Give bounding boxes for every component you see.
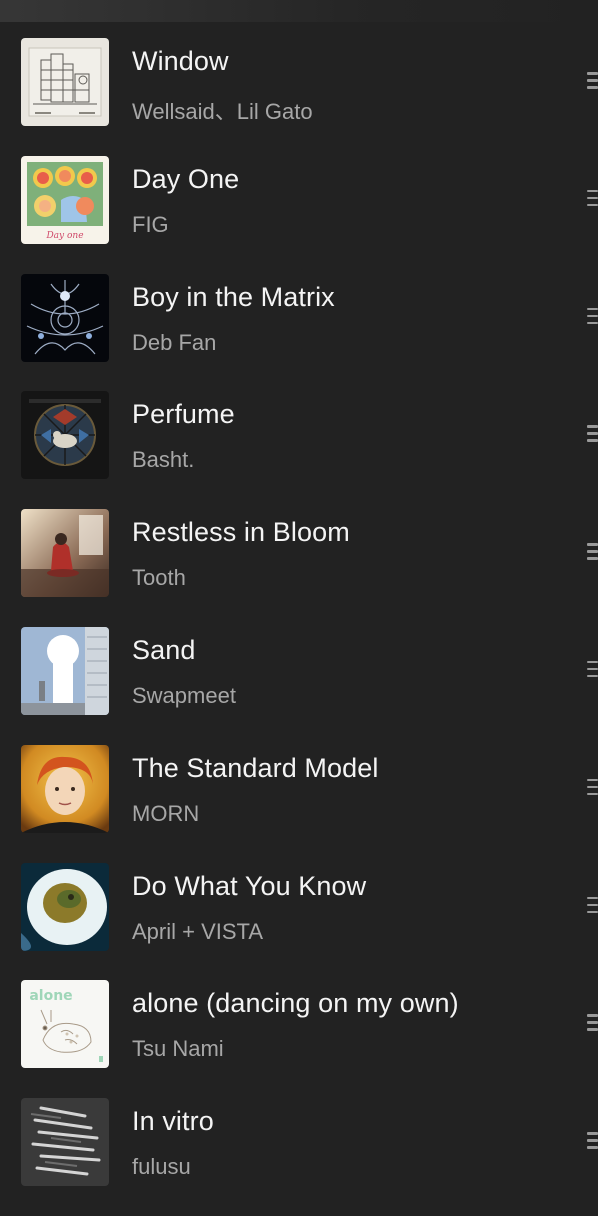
drag-handle-icon[interactable] — [587, 660, 598, 679]
drag-handle-icon[interactable] — [587, 896, 598, 915]
track-row[interactable]: Day one Day One FIG — [0, 155, 598, 274]
track-row[interactable]: alone alone (dancing on my own) Tsu Nami — [0, 980, 598, 1098]
track-row[interactable]: Perfume Basht. — [0, 391, 598, 509]
track-artist: FIG — [132, 211, 169, 237]
drag-handle-icon[interactable] — [587, 543, 598, 561]
album-art-alone: alone — [21, 980, 109, 1069]
album-art-day-one-text: Day one — [45, 231, 83, 241]
drag-handle-icon[interactable] — [587, 778, 598, 797]
track-artist: Tooth — [132, 565, 186, 591]
drag-handle-icon[interactable] — [587, 1014, 598, 1032]
drag-handle-icon[interactable] — [587, 189, 598, 208]
drag-handle-icon[interactable] — [587, 72, 598, 90]
track-title: Do What You Know — [132, 870, 367, 901]
track-row[interactable]: Restless in Bloom Tooth — [0, 509, 598, 627]
track-title: Boy in the Matrix — [132, 281, 335, 312]
track-row[interactable]: Boy in the Matrix Deb Fan — [0, 273, 598, 392]
track-artist: Wellsaid、Lil Gato — [132, 99, 313, 124]
album-art-window — [21, 38, 109, 126]
album-art-sand — [21, 626, 109, 715]
album-art-boy-in-the-matrix — [21, 273, 109, 362]
track-title: Sand — [132, 634, 196, 665]
track-title: In vitro — [132, 1106, 214, 1137]
track-row[interactable]: The Standard Model MORN — [0, 744, 598, 863]
album-art-alone-text: alone — [29, 988, 72, 1004]
album-art-restless-in-bloom — [21, 509, 109, 598]
album-art-the-standard-model — [21, 744, 109, 833]
track-title: Perfume — [132, 399, 235, 430]
album-art-in-vitro — [21, 1098, 109, 1187]
track-row[interactable]: Sand Swapmeet — [0, 626, 598, 745]
track-artist: MORN — [132, 800, 200, 826]
track-list: Window Wellsaid、Lil Gato Day one Day One… — [0, 38, 598, 1216]
track-artist: Deb Fan — [132, 329, 217, 355]
album-art-do-what-you-know — [21, 862, 109, 951]
track-row[interactable]: In vitro fulusu — [0, 1098, 598, 1216]
track-title: Restless in Bloom — [132, 517, 350, 548]
track-artist: Tsu Nami — [132, 1036, 224, 1062]
track-artist: Swapmeet — [132, 682, 236, 708]
track-artist: fulusu — [132, 1154, 191, 1180]
track-artist: April + VISTA — [132, 918, 264, 944]
drag-handle-icon[interactable] — [587, 425, 598, 443]
album-art-day-one: Day one — [21, 155, 109, 244]
drag-handle-icon[interactable] — [587, 1132, 598, 1150]
track-row[interactable]: Do What You Know April + VISTA — [0, 862, 598, 981]
track-title: The Standard Model — [132, 752, 379, 783]
drag-handle-icon[interactable] — [587, 307, 598, 326]
track-title: Day One — [132, 163, 240, 194]
track-row[interactable]: Window Wellsaid、Lil Gato — [0, 38, 598, 156]
track-artist: Basht. — [132, 447, 195, 473]
album-art-perfume — [21, 391, 109, 480]
track-title: alone (dancing on my own) — [132, 988, 459, 1019]
top-status-fade — [0, 0, 598, 22]
track-title: Window — [132, 46, 229, 76]
